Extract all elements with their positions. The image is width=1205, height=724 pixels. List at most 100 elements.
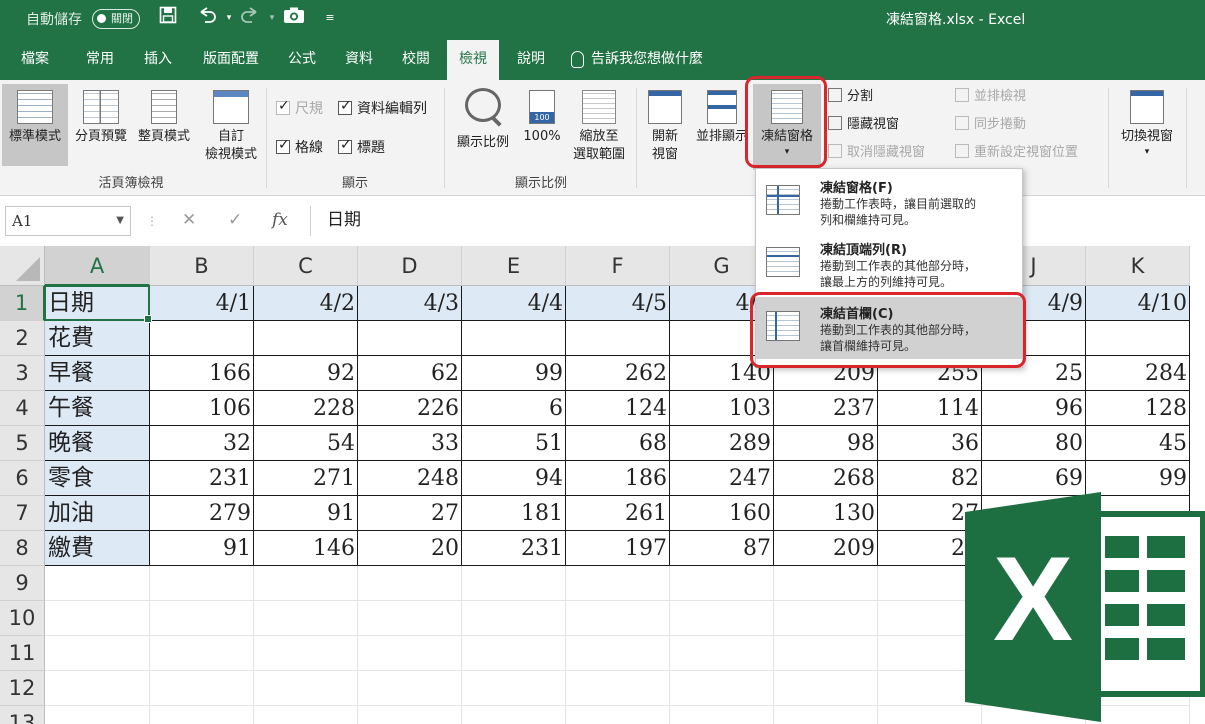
row-header-9[interactable]: 9 <box>0 566 45 601</box>
cell-a6[interactable]: 零食 <box>45 461 150 496</box>
tab-data[interactable]: 資料 <box>335 38 383 80</box>
row-header-3[interactable]: 3 <box>0 356 45 391</box>
cell-e10[interactable] <box>462 601 566 636</box>
cell-h11[interactable] <box>774 636 878 671</box>
zoom-button[interactable]: 顯示比例 <box>450 84 516 166</box>
cell-b6[interactable]: 231 <box>150 461 254 496</box>
cell-b8[interactable]: 91 <box>150 531 254 566</box>
cell-e9[interactable] <box>462 566 566 601</box>
cell-b11[interactable] <box>150 636 254 671</box>
cell-c9[interactable] <box>254 566 358 601</box>
cell-f1[interactable]: 4/5 <box>566 286 670 321</box>
switch-windows-button[interactable]: 切換視窗 ▾ <box>1112 84 1182 166</box>
cell-a5[interactable]: 晚餐 <box>45 426 150 461</box>
autosave-toggle[interactable]: 關閉 <box>92 9 140 29</box>
cell-a1[interactable]: 日期 <box>45 286 150 321</box>
menu-item-freeze-top-row[interactable]: 凍結頂端列(R) 捲動到工作表的其他部分時， 讓最上方的列維持可見。 <box>756 233 1022 295</box>
row-header-2[interactable]: 2 <box>0 321 45 356</box>
tab-insert[interactable]: 插入 <box>134 38 182 80</box>
cell-f2[interactable] <box>566 321 670 356</box>
cell-d7[interactable]: 27 <box>358 496 462 531</box>
row-header-6[interactable]: 6 <box>0 461 45 496</box>
insert-function-icon[interactable]: fx <box>272 210 288 230</box>
cell-d8[interactable]: 20 <box>358 531 462 566</box>
tab-file[interactable]: 檔案 <box>11 38 59 80</box>
cell-d1[interactable]: 4/3 <box>358 286 462 321</box>
cell-c11[interactable] <box>254 636 358 671</box>
cell-g9[interactable] <box>670 566 774 601</box>
cell-h9[interactable] <box>774 566 878 601</box>
cell-c5[interactable]: 54 <box>254 426 358 461</box>
column-header-c[interactable]: C <box>254 246 358 286</box>
chevron-down-icon[interactable]: ▼ <box>116 207 124 235</box>
cell-a3[interactable]: 早餐 <box>45 356 150 391</box>
cell-a8[interactable]: 繳費 <box>45 531 150 566</box>
customize-qat-icon[interactable]: ≡ <box>318 6 342 30</box>
cell-f4[interactable]: 124 <box>566 391 670 426</box>
menu-item-freeze-panes[interactable]: 凍結窗格(F) 捲動工作表時，讓目前選取的 列和欄維持可見。 <box>756 171 1022 233</box>
cell-f6[interactable]: 186 <box>566 461 670 496</box>
cell-e7[interactable]: 181 <box>462 496 566 531</box>
cell-b4[interactable]: 106 <box>150 391 254 426</box>
cell-i4[interactable]: 114 <box>878 391 982 426</box>
cell-h5[interactable]: 98 <box>774 426 878 461</box>
cell-a11[interactable] <box>45 636 150 671</box>
redo-icon[interactable] <box>238 6 262 30</box>
row-header-10[interactable]: 10 <box>0 601 45 636</box>
cell-e8[interactable]: 231 <box>462 531 566 566</box>
cell-b12[interactable] <box>150 671 254 706</box>
cell-f7[interactable]: 261 <box>566 496 670 531</box>
cell-c7[interactable]: 91 <box>254 496 358 531</box>
cell-b9[interactable] <box>150 566 254 601</box>
cell-d9[interactable] <box>358 566 462 601</box>
cell-h8[interactable]: 209 <box>774 531 878 566</box>
column-header-d[interactable]: D <box>358 246 462 286</box>
unhide-window-button[interactable]: 取消隱藏視窗 <box>828 142 925 164</box>
cell-g10[interactable] <box>670 601 774 636</box>
cell-f8[interactable]: 197 <box>566 531 670 566</box>
column-header-a[interactable]: A <box>45 246 150 286</box>
cell-a12[interactable] <box>45 671 150 706</box>
cell-h7[interactable]: 130 <box>774 496 878 531</box>
tab-view[interactable]: 檢視 <box>447 38 499 80</box>
cell-g12[interactable] <box>670 671 774 706</box>
cell-h12[interactable] <box>774 671 878 706</box>
row-header-4[interactable]: 4 <box>0 391 45 426</box>
cell-d2[interactable] <box>358 321 462 356</box>
cell-k1[interactable]: 4/10 <box>1086 286 1190 321</box>
custom-views-button[interactable]: 自訂 檢視模式 <box>198 84 264 166</box>
cancel-icon[interactable]: ✕ <box>182 210 196 230</box>
page-break-preview-button[interactable]: 分頁預覽 <box>68 84 134 166</box>
cell-a10[interactable] <box>45 601 150 636</box>
cell-f13[interactable] <box>566 706 670 724</box>
cell-j5[interactable]: 80 <box>982 426 1086 461</box>
cell-a13[interactable] <box>45 706 150 724</box>
cell-b2[interactable] <box>150 321 254 356</box>
cell-c13[interactable] <box>254 706 358 724</box>
cell-e11[interactable] <box>462 636 566 671</box>
cell-i5[interactable]: 36 <box>878 426 982 461</box>
cell-f5[interactable]: 68 <box>566 426 670 461</box>
gridlines-checkbox[interactable]: 格線 <box>276 137 323 157</box>
cell-e12[interactable] <box>462 671 566 706</box>
zoom-to-selection-button[interactable]: 縮放至 選取範圍 <box>566 84 632 166</box>
tab-formulas[interactable]: 公式 <box>278 38 326 80</box>
tell-me-search[interactable]: 告訴我您想做什麼 <box>571 38 703 80</box>
cell-a4[interactable]: 午餐 <box>45 391 150 426</box>
synchronous-scrolling-button[interactable]: 同步捲動 <box>955 114 1026 136</box>
tab-review[interactable]: 校閱 <box>392 38 440 80</box>
cell-e5[interactable]: 51 <box>462 426 566 461</box>
cell-e13[interactable] <box>462 706 566 724</box>
cell-k5[interactable]: 45 <box>1086 426 1190 461</box>
zoom-100-button[interactable]: 100 100% <box>516 84 568 166</box>
row-header-7[interactable]: 7 <box>0 496 45 531</box>
cell-e2[interactable] <box>462 321 566 356</box>
cell-g7[interactable]: 160 <box>670 496 774 531</box>
new-window-button[interactable]: 開新 視窗 <box>638 84 692 166</box>
cell-k4[interactable]: 128 <box>1086 391 1190 426</box>
cell-h13[interactable] <box>774 706 878 724</box>
cell-g5[interactable]: 289 <box>670 426 774 461</box>
cell-a2[interactable]: 花費 <box>45 321 150 356</box>
cell-e6[interactable]: 94 <box>462 461 566 496</box>
name-box[interactable]: A1 ▼ <box>5 206 131 236</box>
